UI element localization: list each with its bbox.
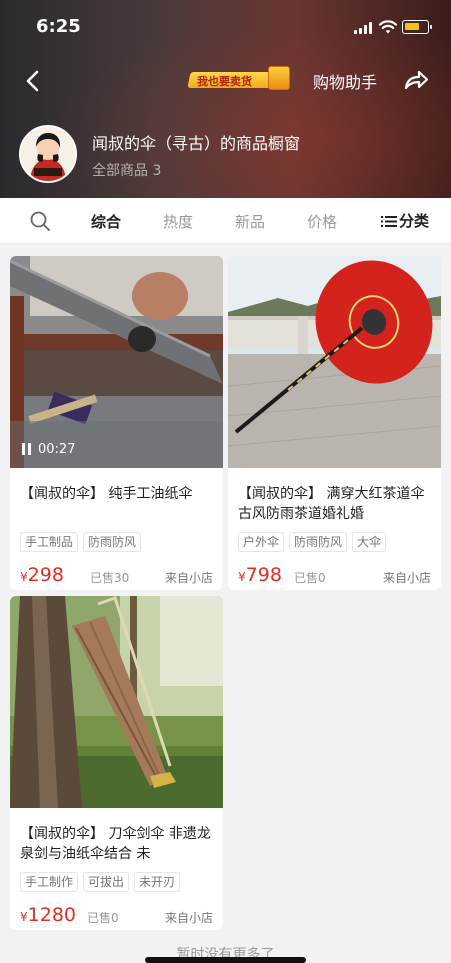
product-tag: 户外伞 (238, 532, 285, 552)
product-card[interactable]: 00:27 【闻叔的伞】 纯手工油纸伞 手工制品 防雨防风 ¥298 已售30 来… (10, 256, 223, 590)
video-duration: 00:27 (38, 442, 76, 457)
share-icon[interactable] (402, 67, 430, 93)
shop-title: 闻叔的伞（寻古）的商品橱窗 (92, 134, 301, 153)
shop-info: 闻叔的伞（寻古）的商品橱窗 全部商品 3 (0, 122, 451, 192)
shop-avatar[interactable] (19, 125, 77, 183)
product-tag: 防雨防风 (289, 532, 348, 552)
sold-count: 已售0 (294, 571, 326, 585)
shop-window-page: 6:25 我也要卖货 购物助手 闻叔的伞（寻古）的商品橱窗 全部商品 3 综合 … (0, 0, 451, 963)
search-icon[interactable] (29, 210, 51, 232)
currency-symbol: ¥ (238, 570, 246, 584)
shopping-assistant-link[interactable]: 购物助手 (313, 69, 377, 93)
product-source: 来自小店 (164, 571, 213, 585)
currency-symbol: ¥ (20, 570, 28, 584)
back-arrow-icon[interactable] (20, 68, 46, 94)
price-value: 298 (27, 564, 64, 586)
product-video-thumbnail[interactable]: 00:27 (10, 256, 223, 468)
red-umbrella-photo (228, 256, 441, 468)
home-indicator (145, 957, 306, 963)
pause-icon[interactable] (22, 443, 32, 455)
product-title: 【闻叔的伞】 纯手工油纸伞 (20, 486, 193, 502)
top-nav: 我也要卖货 购物助手 (0, 58, 451, 102)
tab-fade-overlay (332, 198, 368, 243)
status-time: 6:25 (36, 16, 81, 37)
product-tag: 大伞 (352, 532, 387, 552)
status-bar: 6:25 (0, 0, 451, 52)
product-price: ¥1280 (20, 904, 76, 926)
product-source: 来自小店 (164, 911, 213, 925)
shop-header: 6:25 我也要卖货 购物助手 闻叔的伞（寻古）的商品橱窗 全部商品 3 (0, 0, 451, 198)
currency-symbol: ¥ (20, 910, 28, 924)
tab-comprehensive[interactable]: 综合 (91, 211, 121, 232)
price-value: 798 (245, 564, 282, 586)
product-tag: 未开刃 (134, 872, 181, 892)
category-button[interactable]: 分类 (399, 210, 429, 231)
umbrella-making-photo (10, 256, 223, 468)
product-tag: 手工制作 (20, 872, 79, 892)
sword-umbrella-photo (10, 596, 223, 808)
sold-count: 已售30 (90, 571, 130, 585)
product-count: 全部商品 3 (92, 163, 162, 179)
product-tag: 手工制品 (20, 532, 79, 552)
product-tags: 手工制品 防雨防风 (20, 531, 146, 552)
product-price: ¥798 (238, 564, 282, 586)
sell-goods-badge[interactable]: 我也要卖货 (187, 66, 290, 90)
product-price: ¥298 (20, 564, 64, 586)
product-image[interactable] (228, 256, 441, 468)
product-source: 来自小店 (382, 571, 431, 585)
product-image[interactable] (10, 596, 223, 808)
product-tags: 手工制作 可拔出 未开刃 (20, 871, 185, 892)
product-card[interactable]: 【闻叔的伞】 刀伞剑伞 非遗龙泉剑与油纸伞结合 未 手工制作 可拔出 未开刃 ¥12… (10, 596, 223, 930)
product-tag: 防雨防风 (83, 532, 142, 552)
signal-icon (354, 22, 374, 34)
product-title: 【闻叔的伞】 刀伞剑伞 非遗龙泉剑与油纸伞结合 未 (20, 826, 211, 862)
sell-badge-label: 我也要卖货 (197, 75, 252, 88)
price-value: 1280 (27, 904, 76, 926)
sold-count: 已售0 (87, 911, 119, 925)
product-tags: 户外伞 防雨防风 大伞 (238, 531, 391, 552)
product-tag: 可拔出 (83, 872, 130, 892)
product-card[interactable]: 【闻叔的伞】 满穿大红茶道伞 古风防雨茶道婚礼婚 户外伞 防雨防风 大伞 ¥798 … (228, 256, 441, 590)
wifi-icon (379, 20, 397, 34)
product-title: 【闻叔的伞】 满穿大红茶道伞 古风防雨茶道婚礼婚 (238, 486, 425, 522)
tab-popularity[interactable]: 热度 (163, 211, 193, 232)
list-icon[interactable] (381, 215, 397, 228)
sort-tabs: 综合 热度 新品 价格 分类 (0, 198, 451, 244)
tab-new[interactable]: 新品 (235, 211, 265, 232)
gift-box-icon (268, 66, 290, 90)
battery-icon (402, 20, 432, 34)
avatar-illustration (21, 127, 75, 181)
